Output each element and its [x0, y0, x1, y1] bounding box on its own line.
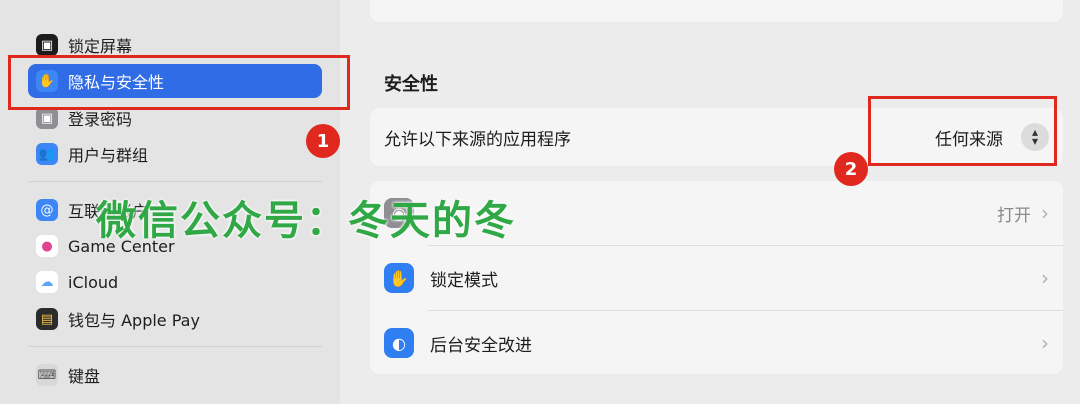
- chevron-right-icon: ›: [1041, 266, 1049, 290]
- sidebar-item-label: 用户与群组: [68, 146, 149, 165]
- lockdown-mode-label: 锁定模式: [430, 270, 498, 291]
- background-security-trailing: ›: [1031, 331, 1049, 355]
- highlight-box-privacy: [8, 55, 350, 110]
- keyboard-icon: ⌨: [36, 364, 58, 386]
- section-title: 安全性: [384, 74, 438, 95]
- sidebar-item-wallet-apple-pay[interactable]: ▤ 钱包与 Apple Pay: [28, 302, 322, 336]
- sidebar-item-label: iCloud: [68, 272, 119, 292]
- hand-icon: ✋: [384, 263, 414, 293]
- allow-apps-label: 允许以下来源的应用程序: [384, 129, 571, 150]
- icloud-icon: ☁: [36, 271, 58, 293]
- sidebar-item-label: 钱包与 Apple Pay: [68, 311, 200, 330]
- watermark-text: 微信公众号：冬天的冬: [96, 198, 516, 244]
- filevault-value: 打开: [997, 205, 1031, 226]
- at-icon: @: [36, 199, 58, 221]
- sidebar-item-icloud[interactable]: ☁ iCloud: [28, 265, 322, 299]
- wallet-icon: ▤: [36, 308, 58, 330]
- users-icon: 👥: [36, 143, 58, 165]
- step-badge-2: 2: [834, 152, 868, 186]
- lock-icon: ▣: [36, 34, 58, 56]
- lockdown-mode-row[interactable]: ✋ 锁定模式 ›: [370, 246, 1063, 310]
- sidebar-divider: [28, 346, 322, 347]
- step-badge-1: 1: [306, 124, 340, 158]
- sidebar-item-label: 锁定屏幕: [68, 37, 133, 56]
- previous-card: [370, 0, 1063, 22]
- sidebar-item-keyboard[interactable]: ⌨ 键盘: [28, 358, 322, 392]
- sidebar-divider: [28, 181, 322, 182]
- filevault-status: 打开 ›: [997, 201, 1049, 226]
- highlight-box-allow-apps: [868, 96, 1057, 166]
- chevron-right-icon: ›: [1041, 331, 1049, 355]
- sidebar-item-label: 键盘: [68, 367, 101, 386]
- game-center-icon: ●: [36, 235, 58, 257]
- background-security-row[interactable]: ◐ 后台安全改进 ›: [370, 311, 1063, 375]
- sidebar-item-users-groups[interactable]: 👥 用户与群组: [28, 137, 322, 171]
- lockdown-trailing: ›: [1031, 266, 1049, 290]
- chevron-right-icon: ›: [1041, 201, 1049, 225]
- lock-icon: ▣: [36, 107, 58, 129]
- shield-icon: ◐: [384, 328, 414, 358]
- background-security-label: 后台安全改进: [430, 335, 532, 356]
